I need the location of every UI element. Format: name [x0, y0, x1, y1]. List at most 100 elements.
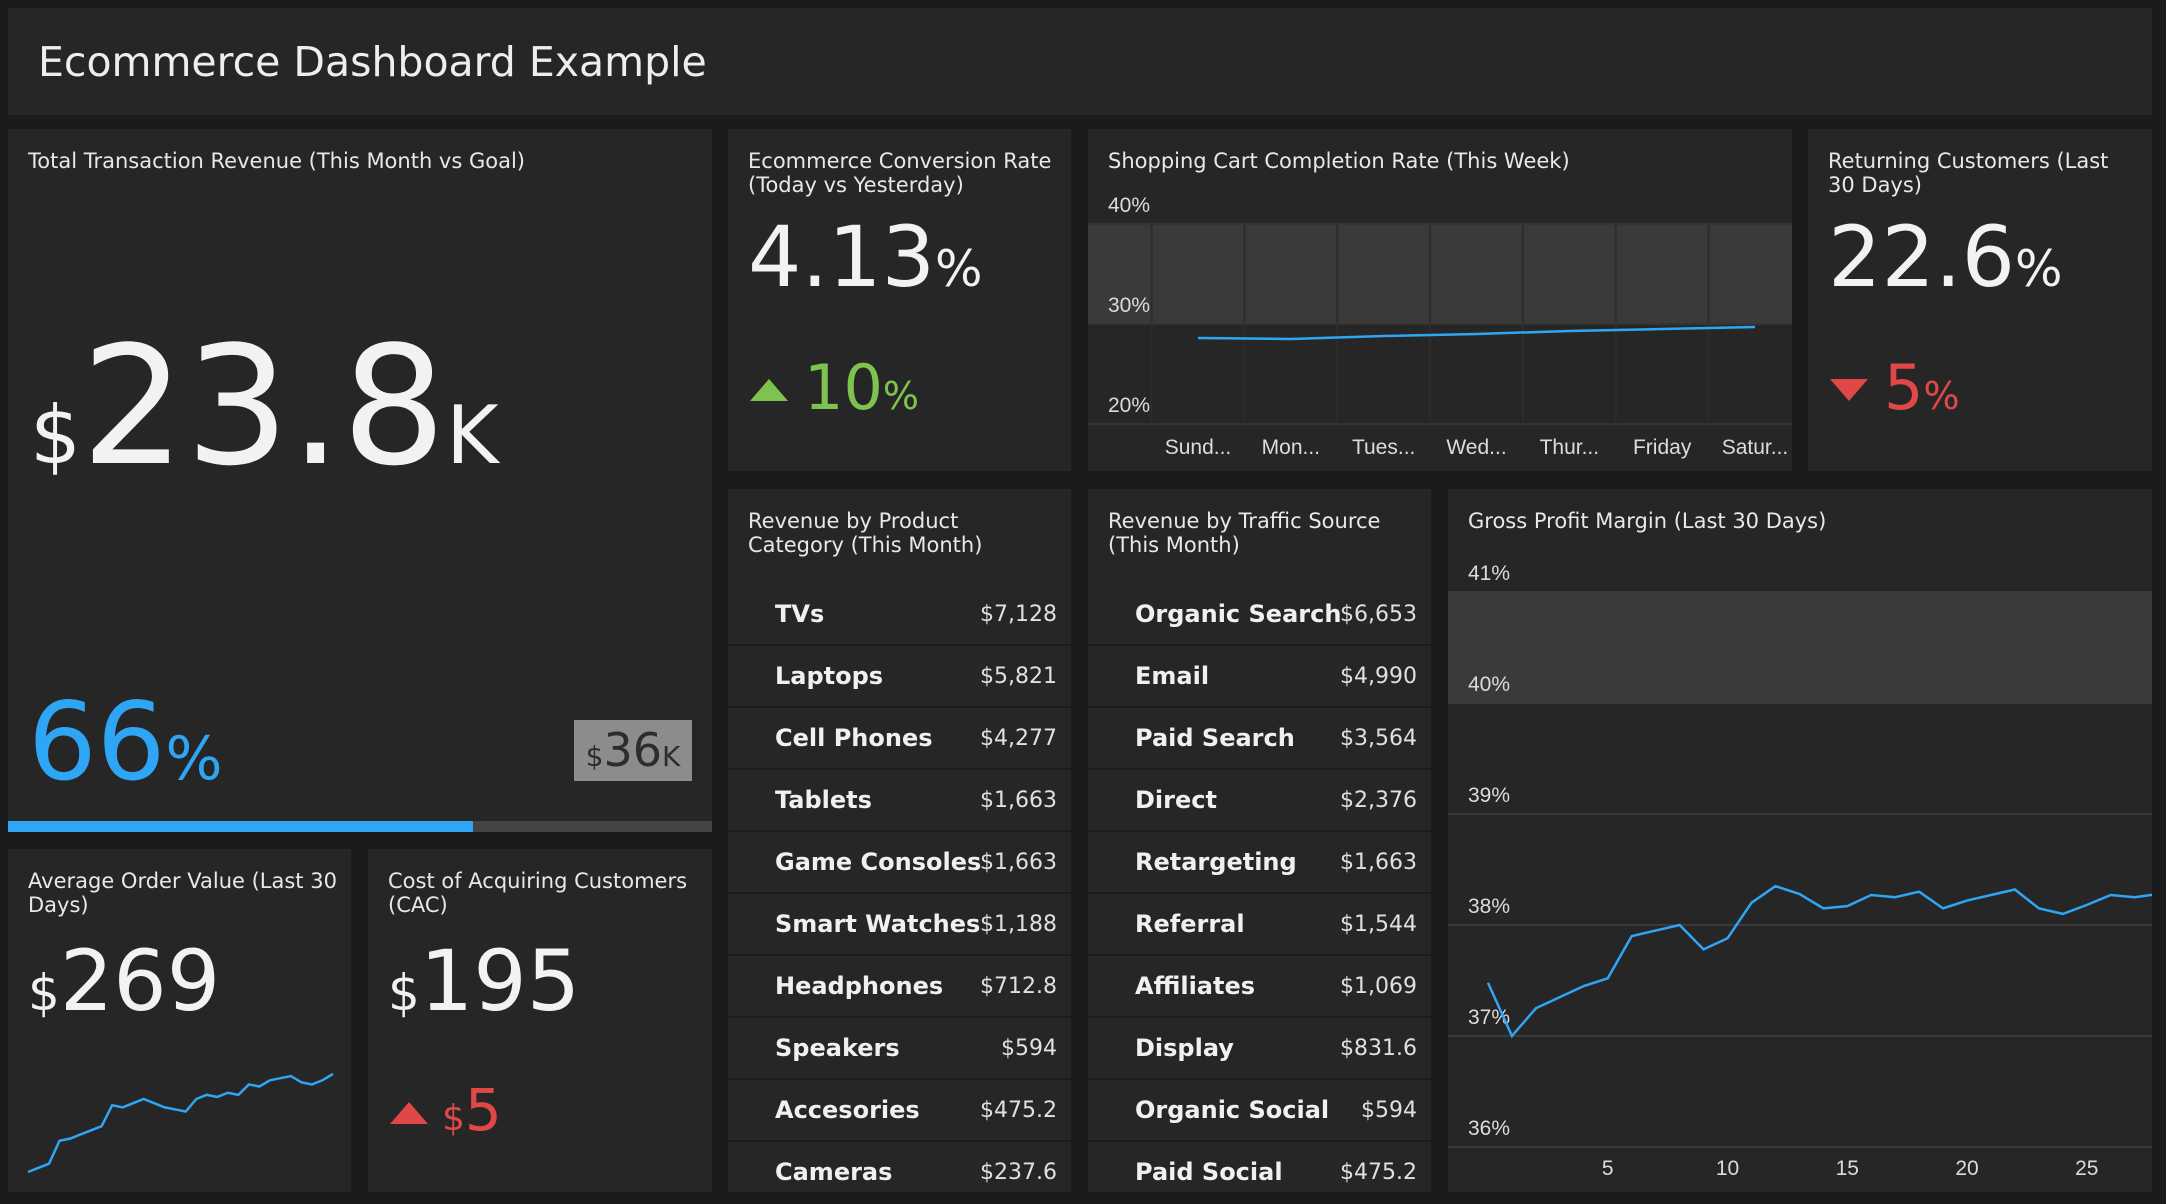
- chart-band: [1088, 224, 1792, 324]
- y-tick-label: 20%: [1108, 394, 1150, 417]
- x-tick-label: 20: [1955, 1157, 1978, 1180]
- conversion-number: 4.13: [748, 208, 936, 306]
- x-tick-label: 5: [1602, 1157, 1614, 1180]
- conversion-change-value: 10: [804, 351, 883, 424]
- x-tick-label: 25: [2075, 1157, 2098, 1180]
- list-item[interactable]: Organic Search $6,653: [1088, 584, 1431, 646]
- dashboard-header: Ecommerce Dashboard Example: [8, 8, 2152, 115]
- list-item[interactable]: Headphones $712.8: [728, 956, 1071, 1018]
- row-value: $2,376: [1340, 788, 1417, 813]
- list-item[interactable]: Retargeting $1,663: [1088, 832, 1431, 894]
- row-value: $3,564: [1340, 726, 1417, 751]
- x-tick-label: 10: [1716, 1157, 1739, 1180]
- row-value: $594: [1001, 1036, 1057, 1061]
- row-value: $4,277: [980, 726, 1057, 751]
- x-tick-label: Wed...: [1446, 436, 1506, 459]
- revenue-panel[interactable]: Total Transaction Revenue (This Month vs…: [8, 129, 712, 832]
- x-tick-label: 15: [1836, 1157, 1859, 1180]
- x-tick-label: Satur...: [1722, 436, 1789, 459]
- row-name: Laptops: [775, 662, 884, 690]
- row-value: $594: [1361, 1098, 1417, 1123]
- row-value: $475.2: [1340, 1160, 1417, 1185]
- revenue-percent: 66%: [28, 689, 222, 813]
- row-name: Organic Social: [1135, 1096, 1330, 1124]
- row-name: Smart Watches: [775, 910, 981, 938]
- product-panel[interactable]: Revenue by Product Category (This Month)…: [728, 489, 1071, 1192]
- conversion-panel[interactable]: Ecommerce Conversion Rate (Today vs Yest…: [728, 129, 1071, 471]
- row-value: $1,069: [1340, 974, 1417, 999]
- list-item[interactable]: Cameras $237.6: [728, 1142, 1071, 1192]
- row-value: $831.6: [1340, 1036, 1417, 1061]
- revenue-progress-track: [8, 821, 712, 832]
- conversion-change-unit: %: [882, 374, 920, 418]
- row-value: $1,188: [980, 912, 1057, 937]
- list-item[interactable]: Speakers $594: [728, 1018, 1071, 1080]
- margin-panel[interactable]: Gross Profit Margin (Last 30 Days) 41% 40…: [1448, 489, 2152, 1192]
- row-name: Paid Search: [1135, 724, 1295, 752]
- revenue-amount: 23.8: [80, 311, 447, 502]
- row-value: $712.8: [980, 974, 1057, 999]
- row-value: $4,990: [1340, 664, 1417, 689]
- cac-currency: $: [388, 964, 420, 1022]
- row-name: Cell Phones: [775, 724, 933, 752]
- list-item[interactable]: Affiliates $1,069: [1088, 956, 1431, 1018]
- cart-panel[interactable]: Shopping Cart Completion Rate (This Week…: [1088, 129, 1792, 471]
- traffic-title: Revenue by Traffic Source (This Month): [1108, 509, 1381, 557]
- list-item[interactable]: Organic Social $594: [1088, 1080, 1431, 1142]
- row-value: $237.6: [980, 1160, 1057, 1185]
- triangle-up-icon: [750, 379, 788, 401]
- list-item[interactable]: Game Consoles $1,663: [728, 832, 1071, 894]
- series-line: [1197, 325, 1756, 341]
- y-tick-label: 41%: [1468, 562, 1510, 585]
- aov-sparkline: [27, 1072, 334, 1174]
- conversion-unit: %: [935, 240, 983, 298]
- list-item[interactable]: Display $831.6: [1088, 1018, 1431, 1080]
- row-name: Referral: [1135, 910, 1245, 938]
- dashboard-title: Ecommerce Dashboard Example: [38, 38, 707, 86]
- row-name: Email: [1135, 662, 1210, 690]
- list-item[interactable]: Laptops $5,821: [728, 646, 1071, 708]
- x-tick-label: Thur...: [1540, 436, 1600, 459]
- list-item[interactable]: Referral $1,544: [1088, 894, 1431, 956]
- list-item[interactable]: Smart Watches $1,188: [728, 894, 1071, 956]
- traffic-panel[interactable]: Revenue by Traffic Source (This Month) O…: [1088, 489, 1431, 1192]
- row-name: Tablets: [775, 786, 872, 814]
- list-item[interactable]: TVs $7,128: [728, 584, 1071, 646]
- row-value: $7,128: [980, 602, 1057, 627]
- returning-change-value: 5: [1884, 351, 1924, 424]
- triangle-down-icon: [1830, 379, 1868, 401]
- y-tick-label: 40%: [1468, 673, 1510, 696]
- revenue-goal-currency: $: [585, 740, 604, 773]
- cac-change-value: 5: [464, 1076, 502, 1144]
- x-tick-label: Friday: [1633, 436, 1692, 459]
- row-value: $1,544: [1340, 912, 1417, 937]
- row-value: $1,663: [980, 850, 1057, 875]
- returning-unit: %: [2015, 240, 2063, 298]
- returning-number: 22.6: [1828, 208, 2016, 306]
- aov-panel[interactable]: Average Order Value (Last 30 Days) $269: [8, 849, 351, 1192]
- revenue-suffix: K: [446, 389, 499, 482]
- sparkline-path: [27, 1072, 334, 1174]
- list-item[interactable]: Cell Phones $4,277: [728, 708, 1071, 770]
- list-item[interactable]: Paid Search $3,564: [1088, 708, 1431, 770]
- row-value: $1,663: [980, 788, 1057, 813]
- returning-panel[interactable]: Returning Customers (Last 30 Days) 22.6%…: [1808, 129, 2152, 471]
- list-item[interactable]: Email $4,990: [1088, 646, 1431, 708]
- product-title: Revenue by Product Category (This Month): [748, 509, 983, 557]
- row-name: Headphones: [775, 972, 944, 1000]
- list-item[interactable]: Tablets $1,663: [728, 770, 1071, 832]
- revenue-percent-value: 66: [28, 680, 166, 805]
- row-name: TVs: [775, 600, 825, 628]
- list-item[interactable]: Accesories $475.2: [728, 1080, 1071, 1142]
- conversion-title: Ecommerce Conversion Rate (Today vs Yest…: [748, 149, 1052, 197]
- y-tick-label: 30%: [1108, 294, 1150, 317]
- cac-change: $5: [442, 1081, 502, 1148]
- list-item[interactable]: Direct $2,376: [1088, 770, 1431, 832]
- cac-panel[interactable]: Cost of Acquiring Customers (CAC) $195 $…: [368, 849, 712, 1192]
- row-name: Affiliates: [1135, 972, 1256, 1000]
- row-name: Speakers: [775, 1034, 900, 1062]
- triangle-up-icon: [390, 1102, 428, 1124]
- revenue-goal-badge: $36K: [574, 720, 692, 781]
- list-item[interactable]: Paid Social $475.2: [1088, 1142, 1431, 1192]
- revenue-percent-unit: %: [165, 724, 223, 794]
